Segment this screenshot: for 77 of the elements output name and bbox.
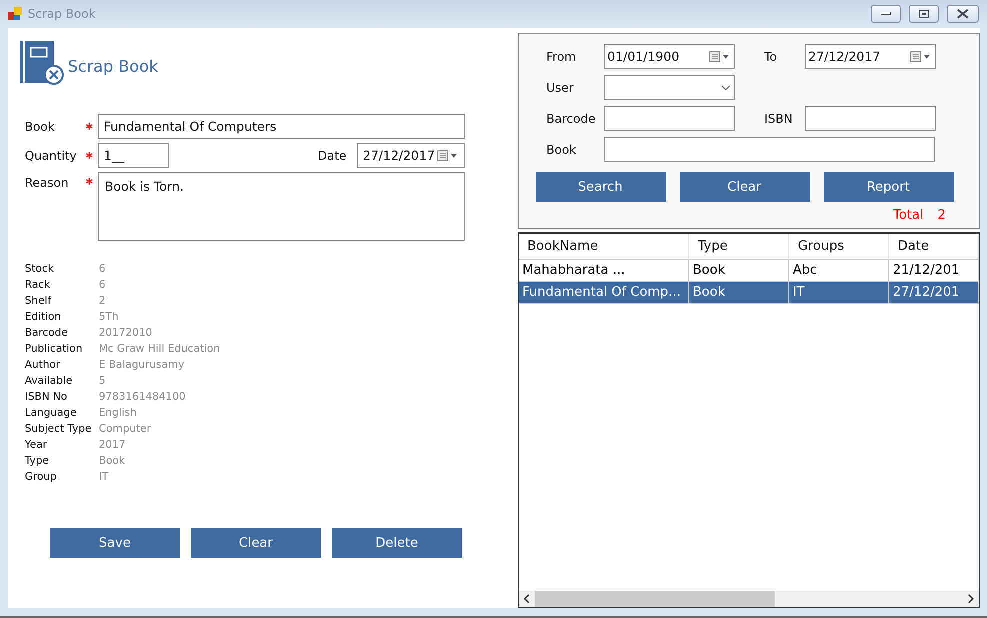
- form-button[interactable]: Save: [50, 528, 180, 558]
- detail-label: Shelf: [25, 294, 53, 309]
- calendar-dropdown-icon[interactable]: [437, 150, 459, 162]
- detail-value: Mc Graw Hill Education: [99, 342, 222, 357]
- detail-value: 2: [99, 294, 107, 309]
- barcode-field[interactable]: [604, 106, 734, 131]
- filter-label: Barcode: [546, 112, 597, 126]
- detail-label: Edition: [25, 310, 62, 325]
- isbn-field[interactable]: [804, 106, 936, 131]
- detail-value: E Balagurusamy: [99, 358, 186, 373]
- detail-value: English: [99, 406, 138, 421]
- reason-field[interactable]: Book is Torn.: [98, 172, 465, 241]
- filter-label: To: [764, 50, 778, 64]
- quantity-field[interactable]: 1__: [98, 143, 169, 168]
- book-field[interactable]: Fundamental Of Computers: [98, 114, 465, 139]
- detail-label: ISBN No: [25, 390, 68, 405]
- to-date-field[interactable]: 27/12/2017: [804, 44, 936, 69]
- total-value: 2: [938, 208, 946, 223]
- detail-label: Year: [25, 438, 48, 453]
- detail-value: 5: [99, 374, 107, 389]
- detail-label: Group: [25, 470, 58, 485]
- table-cell: IT: [788, 282, 888, 304]
- field-label: Quantity: [24, 148, 78, 162]
- form-button[interactable]: Clear: [191, 528, 321, 558]
- detail-value: IT: [99, 470, 110, 485]
- chevron-down-icon: [720, 84, 730, 90]
- app-icon: [8, 7, 22, 21]
- book-search-field[interactable]: [604, 137, 934, 162]
- detail-label: Stock: [25, 262, 56, 277]
- detail-value: 5Th: [99, 310, 120, 325]
- detail-label: Subject Type: [25, 422, 93, 437]
- calendar-dropdown-icon[interactable]: [708, 50, 730, 62]
- minimize-icon: [881, 12, 891, 16]
- from-date-field[interactable]: 01/01/1900: [604, 44, 734, 69]
- filter-label: From: [546, 50, 578, 64]
- form-button[interactable]: Delete: [332, 528, 462, 558]
- close-button[interactable]: [947, 5, 979, 23]
- filter-button[interactable]: Report: [824, 172, 954, 202]
- detail-label: Author: [25, 358, 62, 373]
- detail-label: Barcode: [25, 326, 70, 341]
- table-row[interactable]: Mahabharata ... Book Abc 21/12/201: [518, 260, 978, 282]
- detail-value: Computer: [99, 422, 152, 437]
- maximize-button[interactable]: [909, 5, 939, 23]
- field-label: Book: [24, 120, 56, 134]
- field-label: Date: [317, 148, 348, 162]
- total-label: Total: [893, 208, 924, 223]
- filter-button[interactable]: Search: [536, 172, 666, 202]
- filter-label: Book: [546, 142, 578, 156]
- horizontal-scrollbar[interactable]: [518, 591, 979, 607]
- table-row[interactable]: Fundamental Of Comp... Book IT 27/12/201: [518, 282, 978, 304]
- filter-label: User: [546, 80, 575, 94]
- maximize-icon: [919, 10, 929, 18]
- date-field[interactable]: 27/12/2017: [357, 143, 465, 168]
- page-title: Scrap Book: [68, 56, 158, 76]
- minimize-button[interactable]: [871, 5, 901, 23]
- detail-value: 9783161484100: [99, 390, 187, 405]
- detail-value: 6: [99, 278, 107, 293]
- detail-label: Rack: [25, 278, 52, 293]
- calendar-dropdown-icon[interactable]: [910, 50, 932, 62]
- detail-value: 20172010: [99, 326, 154, 341]
- detail-label: Publication: [25, 342, 84, 357]
- user-dropdown[interactable]: [604, 75, 734, 100]
- detail-value: 2017: [99, 438, 127, 453]
- detail-label: Type: [25, 454, 50, 469]
- table-cell: 27/12/201: [888, 282, 978, 304]
- detail-label: Available: [25, 374, 74, 389]
- table-cell: Fundamental Of Comp...: [518, 282, 688, 304]
- filter-label: ISBN: [764, 112, 794, 126]
- table-cell: Book: [688, 282, 788, 304]
- detail-value: Book: [99, 454, 126, 469]
- detail-label: Language: [25, 406, 78, 421]
- window-title: Scrap Book: [28, 7, 97, 21]
- book-delete-icon: [20, 41, 64, 85]
- field-label: Reason: [24, 176, 70, 190]
- detail-value: 6: [99, 262, 107, 277]
- filter-button[interactable]: Clear: [680, 172, 810, 202]
- close-icon: [957, 9, 969, 19]
